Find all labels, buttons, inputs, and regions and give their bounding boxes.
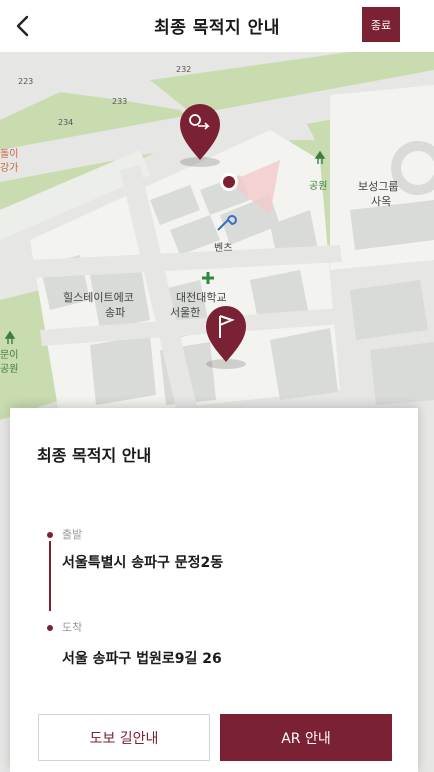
end-button[interactable]: 종료 — [362, 7, 400, 42]
start-label: 출발 — [62, 528, 83, 541]
place-label: 서울한 — [170, 306, 200, 319]
start-dot — [47, 532, 53, 538]
place-label: 사옥 — [371, 195, 391, 208]
place-label: 강가 — [0, 162, 18, 174]
road-number: 233 — [112, 97, 127, 106]
place-label: 공원 — [0, 363, 18, 375]
start-address: 서울특별시 송파구 문정2동 — [62, 555, 224, 571]
place-label: 대전대학교 — [176, 291, 227, 304]
place-label: 공원 — [309, 180, 327, 192]
place-label: 벤츠 — [214, 242, 232, 254]
place-label: 보성그룹 — [358, 180, 398, 193]
route-line — [49, 541, 51, 611]
current-location-icon — [220, 173, 238, 191]
end-address: 서울 송파구 법원로9길 26 — [62, 651, 222, 667]
place-label: 돌이 — [0, 148, 18, 160]
place-label: 힐스테이트에코 — [63, 291, 134, 304]
ar-guide-button[interactable]: AR 안내 — [220, 714, 392, 761]
destination-sheet: 최종 목적지 안내 출발 서울특별시 송파구 문정2동 도착 서울 송파구 법원… — [10, 408, 418, 772]
place-label: 송파 — [105, 306, 125, 319]
top-bar: 최종 목적지 안내 종료 — [0, 0, 434, 52]
end-dot — [47, 625, 53, 631]
walk-guide-button[interactable]: 도보 길안내 — [38, 714, 210, 761]
end-label: 도착 — [62, 621, 83, 634]
sheet-title: 최종 목적지 안내 — [37, 446, 152, 465]
place-label: 문이 — [0, 349, 18, 361]
road-number: 234 — [58, 118, 73, 127]
road-number: 223 — [18, 77, 33, 86]
road-number: 232 — [176, 65, 191, 74]
